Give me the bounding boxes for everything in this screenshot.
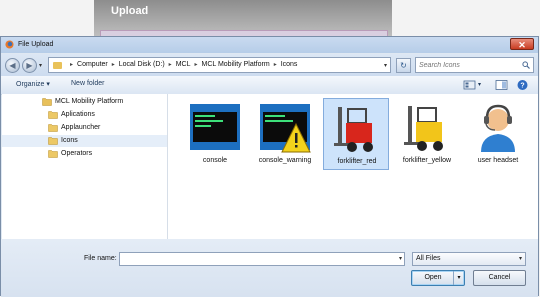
navigation-pane[interactable]: MCL Mobility Platform Aplications Applau… bbox=[2, 94, 168, 239]
address-bar[interactable]: ▸ Computer ▸ Local Disk (D:) ▸ MCL ▸ MCL Mobili… bbox=[48, 57, 391, 73]
forward-arrow-icon: ▶ bbox=[26, 61, 33, 70]
recent-pages-dropdown[interactable]: ▾ bbox=[39, 62, 42, 69]
forward-button[interactable]: ▶ bbox=[22, 58, 37, 73]
file-type-filter[interactable]: All Files ▾ bbox=[412, 252, 526, 266]
file-type-value: All Files bbox=[416, 255, 441, 262]
console-warning-icon bbox=[260, 104, 311, 153]
breadcrumb-separator[interactable]: ▸ bbox=[194, 62, 197, 68]
refresh-button[interactable]: ↻ bbox=[396, 58, 411, 73]
tree-item-icons[interactable]: Icons bbox=[2, 135, 167, 147]
open-split-dropdown-icon[interactable]: ▾ bbox=[453, 271, 464, 285]
file-name: console bbox=[202, 157, 228, 164]
tree-item-label: MCL Mobility Platform bbox=[55, 98, 124, 105]
tree-item-aplications[interactable]: Aplications bbox=[2, 109, 167, 121]
content-area: MCL Mobility Platform Aplications Applau… bbox=[2, 94, 538, 239]
file-upload-dialog: File Upload ✕ ◀ ▶ ▾ ▸ Computer ▸ Local Disk… bbox=[0, 36, 539, 297]
bottom-panel: File name: ▾ All Files ▾ Open ▾ Cancel bbox=[1, 239, 538, 297]
firefox-icon bbox=[5, 40, 14, 49]
breadcrumb-computer[interactable]: Computer bbox=[77, 61, 108, 68]
file-name-dropdown-icon[interactable]: ▾ bbox=[399, 255, 402, 262]
breadcrumb-local-disk[interactable]: Local Disk (D:) bbox=[119, 61, 165, 68]
folder-icon bbox=[48, 111, 58, 119]
tree-item-label: Aplications bbox=[61, 111, 95, 118]
tree-item-label: Applauncher bbox=[61, 124, 101, 131]
file-item-forklifter-yellow[interactable]: forklifter_yellow bbox=[394, 98, 460, 170]
breadcrumb-separator[interactable]: ▸ bbox=[112, 62, 115, 68]
chevron-down-icon: ▾ bbox=[518, 256, 522, 262]
tree-item-label: Icons bbox=[61, 137, 78, 144]
back-arrow-icon: ◀ bbox=[9, 61, 16, 70]
forklift-red-icon bbox=[334, 107, 373, 152]
forklift-yellow-icon bbox=[404, 106, 443, 151]
file-item-forklifter-red[interactable]: forklifter_red bbox=[323, 98, 389, 170]
window-title: File Upload bbox=[18, 41, 54, 48]
title-bar[interactable]: File Upload ✕ bbox=[1, 37, 538, 53]
refresh-icon: ↻ bbox=[400, 61, 407, 70]
svg-text:?: ? bbox=[520, 83, 524, 90]
command-bar: Organize ▾ New folder ▾ ? bbox=[1, 76, 538, 95]
close-button[interactable]: ✕ bbox=[510, 38, 534, 50]
folder-icon bbox=[48, 150, 58, 158]
background-upload-title: Upload bbox=[111, 5, 149, 17]
address-dropdown-icon[interactable]: ▾ bbox=[384, 62, 387, 69]
console-icon bbox=[190, 104, 240, 150]
breadcrumb-separator[interactable]: ▸ bbox=[169, 62, 172, 68]
file-name: forklifter_yellow bbox=[402, 157, 452, 164]
folder-open-icon bbox=[42, 98, 52, 106]
file-name: forklifter_red bbox=[337, 158, 377, 165]
views-icon[interactable] bbox=[463, 79, 476, 91]
breadcrumb-mcl[interactable]: MCL bbox=[176, 61, 191, 68]
user-headset-icon bbox=[481, 104, 515, 152]
folder-icon bbox=[48, 124, 58, 132]
breadcrumb-mcl-mobility-platform[interactable]: MCL Mobility Platform bbox=[201, 61, 269, 68]
file-list: console console_warning forklifter_red f… bbox=[168, 94, 538, 239]
file-name-label: File name: bbox=[84, 255, 117, 262]
search-input[interactable] bbox=[419, 60, 515, 70]
breadcrumb: ▸ Computer ▸ Local Disk (D:) ▸ MCL ▸ MCL Mobili… bbox=[66, 61, 297, 68]
file-name-field[interactable]: ▾ bbox=[119, 252, 405, 266]
cancel-button[interactable]: Cancel bbox=[473, 270, 526, 286]
organize-button[interactable]: Organize ▾ bbox=[16, 80, 50, 88]
folder-icon bbox=[53, 62, 62, 69]
breadcrumb-icons[interactable]: Icons bbox=[281, 61, 298, 68]
search-box[interactable] bbox=[415, 57, 534, 73]
tree-item-operators[interactable]: Operators bbox=[2, 148, 167, 160]
file-item-user-headset[interactable]: user headset bbox=[465, 98, 531, 170]
search-icon bbox=[522, 61, 530, 69]
tree-item-mcl-mobility-platform[interactable]: MCL Mobility Platform bbox=[2, 96, 167, 108]
back-button[interactable]: ◀ bbox=[5, 58, 20, 73]
folder-icon bbox=[48, 137, 58, 145]
new-folder-button[interactable]: New folder bbox=[71, 80, 104, 87]
breadcrumb-separator[interactable]: ▸ bbox=[70, 62, 73, 68]
open-button-label: Open bbox=[424, 274, 442, 281]
views-dropdown-icon[interactable]: ▾ bbox=[478, 81, 481, 88]
tree-item-applauncher[interactable]: Applauncher bbox=[2, 122, 167, 134]
file-name: user headset bbox=[477, 157, 519, 164]
file-name: console_warning bbox=[258, 157, 312, 164]
help-icon[interactable]: ? bbox=[516, 79, 529, 91]
open-button[interactable]: Open ▾ bbox=[411, 270, 465, 286]
breadcrumb-separator[interactable]: ▸ bbox=[274, 62, 277, 68]
tree-item-label: Operators bbox=[61, 150, 93, 157]
file-item-console-warning[interactable]: console_warning bbox=[252, 98, 318, 170]
preview-pane-icon[interactable] bbox=[495, 79, 508, 91]
file-name-input[interactable] bbox=[122, 254, 392, 264]
address-row: ◀ ▶ ▾ ▸ Computer ▸ Local Disk (D:) ▸ MCL ▸ MCL … bbox=[1, 54, 538, 76]
file-item-console[interactable]: console bbox=[182, 98, 248, 170]
